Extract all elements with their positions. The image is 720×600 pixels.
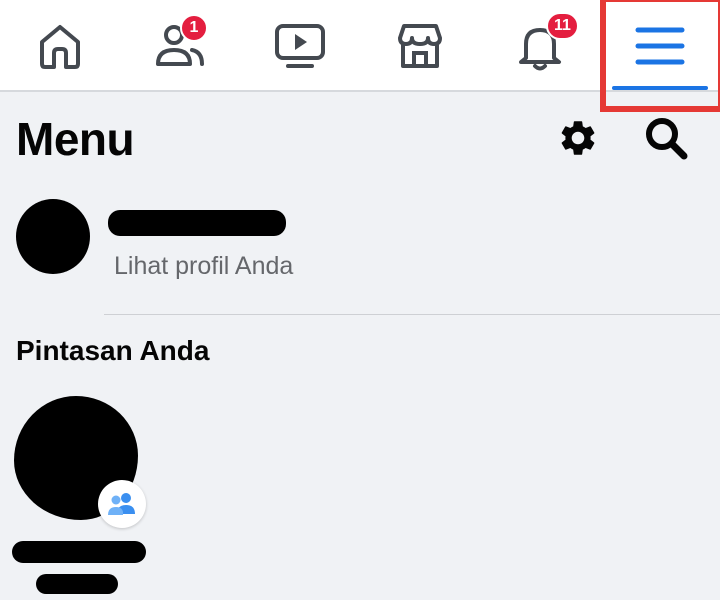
friends-notification-badge: 1 — [180, 14, 208, 42]
shortcuts-section-title: Pintasan Anda — [16, 335, 210, 366]
hamburger-menu-icon — [635, 27, 685, 65]
nav-notifications-button[interactable]: 11 — [480, 0, 600, 92]
video-icon — [275, 24, 325, 68]
view-profile-link[interactable]: Lihat profil Anda — [114, 252, 293, 281]
search-button[interactable] — [638, 110, 694, 166]
active-tab-indicator — [612, 86, 708, 90]
gear-icon — [561, 121, 595, 155]
nav-marketplace-button[interactable] — [360, 0, 480, 92]
marketplace-icon — [398, 24, 442, 68]
redacted-profile-name — [108, 210, 286, 236]
group-badge — [98, 480, 146, 528]
nav-menu-button[interactable] — [600, 0, 720, 92]
section-divider — [104, 314, 720, 315]
home-icon — [40, 25, 80, 69]
profile-avatar — [16, 199, 90, 274]
notifications-count-badge: 11 — [546, 12, 579, 40]
nav-home-button[interactable] — [0, 0, 120, 92]
redacted-shortcut-name — [12, 541, 146, 563]
nav-watch-button[interactable] — [240, 0, 360, 92]
nav-friends-button[interactable]: 1 — [120, 0, 240, 92]
redacted-shortcut-subname — [36, 574, 118, 594]
group-icon — [108, 493, 135, 515]
settings-button[interactable] — [550, 110, 606, 166]
top-navigation-bar: 1 11 — [0, 0, 720, 92]
search-icon — [646, 118, 688, 160]
page-title: Menu — [16, 113, 135, 165]
